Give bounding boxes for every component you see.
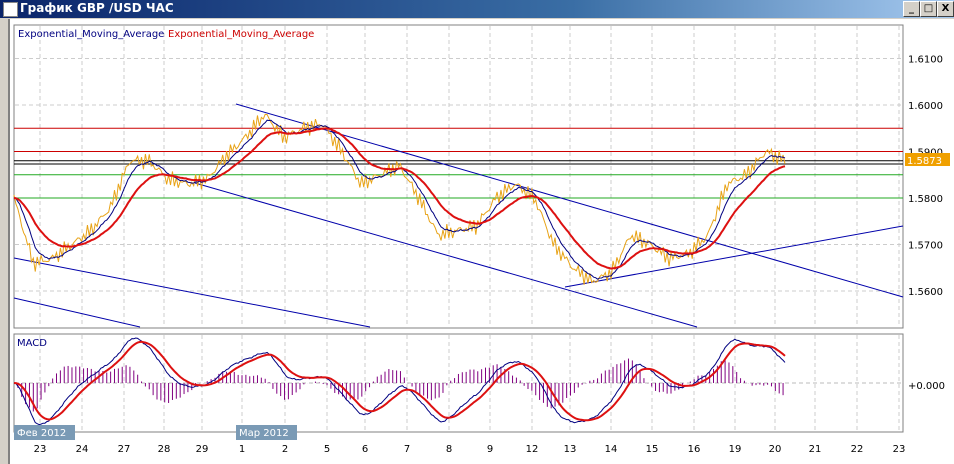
date-tick-label: 1 (239, 444, 245, 455)
date-tick-label: 23 (893, 444, 906, 455)
date-tick-label: 13 (564, 444, 577, 455)
date-tick-label: 24 (76, 444, 89, 455)
price-tick-label: 1.5600 (908, 287, 943, 298)
price-tick-label: 1.6100 (908, 55, 943, 66)
price-tick-label: 1.5800 (908, 194, 943, 205)
month-label-mar: Мар 2012 (239, 428, 289, 439)
date-tick-label: 27 (118, 444, 131, 455)
macd-zero-label: +0.000 (908, 381, 945, 392)
date-tick-label: 28 (158, 444, 171, 455)
chart-canvas[interactable]: Exponential_Moving_Average Exponential_M… (0, 0, 954, 464)
date-tick-label: 22 (851, 444, 864, 455)
date-tick-label: 21 (809, 444, 822, 455)
date-tick-label: 8 (446, 444, 452, 455)
month-label-feb: Фев 2012 (17, 428, 66, 439)
macd-label: MACD (17, 338, 47, 349)
date-tick-label: 16 (688, 444, 701, 455)
date-tick-label: 2 (282, 444, 288, 455)
legend-ema-slow: Exponential_Moving_Average (168, 29, 314, 40)
legend-ema-fast: Exponential_Moving_Average (18, 29, 164, 40)
current-price-label: 1.5873 (907, 156, 942, 167)
price-tick-label: 1.5700 (908, 241, 943, 252)
date-tick-label: 20 (769, 444, 782, 455)
date-tick-label: 19 (729, 444, 742, 455)
date-tick-label: 23 (34, 444, 47, 455)
date-tick-label: 9 (487, 444, 493, 455)
date-tick-label: 15 (646, 444, 659, 455)
date-tick-label: 7 (404, 444, 410, 455)
date-tick-label: 14 (605, 444, 618, 455)
date-tick-label: 29 (196, 444, 209, 455)
date-tick-label: 12 (526, 444, 539, 455)
price-tick-label: 1.6000 (908, 101, 943, 112)
date-tick-label: 5 (324, 444, 330, 455)
date-tick-label: 6 (362, 444, 368, 455)
